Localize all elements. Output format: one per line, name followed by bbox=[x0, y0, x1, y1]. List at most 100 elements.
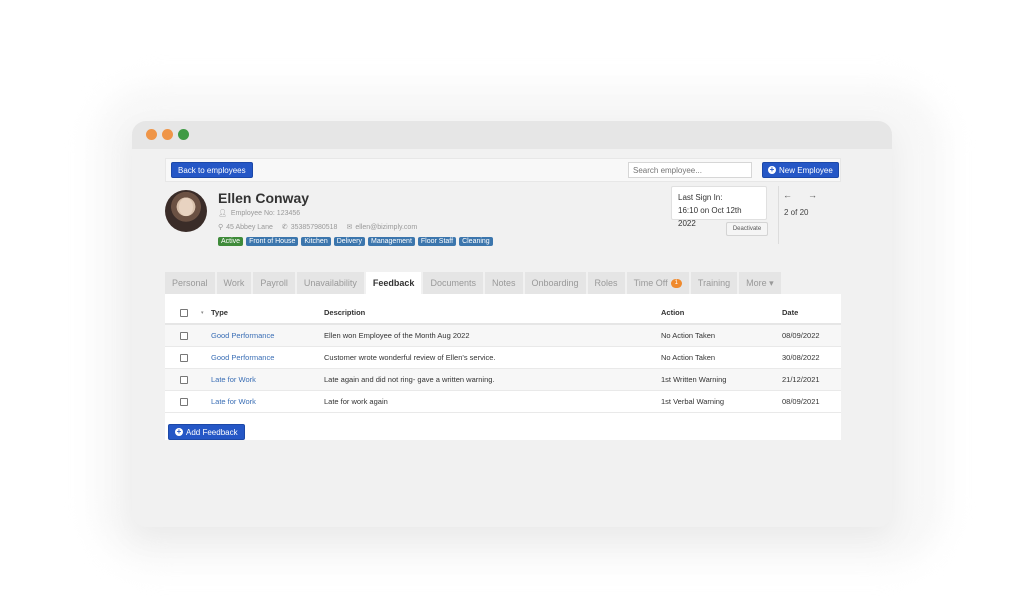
row-checkbox[interactable] bbox=[180, 398, 188, 406]
tab-training[interactable]: Training bbox=[690, 272, 738, 294]
address-text: 45 Abbey Lane bbox=[226, 223, 273, 231]
tab-payroll[interactable]: Payroll bbox=[253, 272, 295, 294]
new-employee-label: New Employee bbox=[779, 165, 833, 175]
plus-circle-icon: + bbox=[768, 165, 776, 174]
employee-name: Ellen Conway bbox=[218, 190, 310, 206]
address-item: ⚲ 45 Abbey Lane bbox=[218, 223, 273, 232]
feedback-action: No Action Taken bbox=[661, 331, 716, 340]
last-sign-in-label: Last Sign In: bbox=[678, 193, 723, 202]
phone-item: ✆ 353857980518 bbox=[281, 223, 338, 232]
tag-delivery: Delivery bbox=[333, 237, 366, 246]
back-label: Back to employees bbox=[178, 165, 246, 175]
feedback-date: 30/08/2022 bbox=[782, 353, 820, 362]
tab-label: Training bbox=[697, 278, 731, 288]
phone-icon: ✆ bbox=[281, 224, 288, 231]
row-checkbox[interactable] bbox=[180, 376, 188, 384]
time-off-badge: 1 bbox=[670, 278, 682, 288]
tab-personal[interactable]: Personal bbox=[165, 272, 215, 294]
add-feedback-button[interactable]: + Add Feedback bbox=[168, 424, 245, 440]
column-header-action: Action bbox=[661, 308, 685, 317]
row-checkbox[interactable] bbox=[180, 354, 188, 362]
tab-documents[interactable]: Documents bbox=[423, 272, 483, 294]
sort-caret-icon[interactable]: ▾ bbox=[201, 302, 204, 324]
feedback-action: 1st Written Warning bbox=[661, 375, 727, 384]
page-content: Back to employees + New Employee Ellen C… bbox=[165, 158, 841, 440]
tab-work[interactable]: Work bbox=[216, 272, 252, 294]
tag-management: Management bbox=[368, 237, 415, 246]
feedback-action: 1st Verbal Warning bbox=[661, 397, 725, 406]
table-header-row: ▾ Type Description Action Date bbox=[165, 302, 841, 325]
select-all-checkbox[interactable] bbox=[180, 309, 188, 317]
tab-roles[interactable]: Roles bbox=[587, 272, 625, 294]
feedback-description: Ellen won Employee of the Month Aug 2022 bbox=[324, 331, 470, 340]
new-employee-button[interactable]: + New Employee bbox=[762, 162, 839, 178]
row-checkbox[interactable] bbox=[180, 332, 188, 340]
tab-label: Roles bbox=[594, 278, 618, 288]
tab-label: Time Off bbox=[633, 278, 668, 288]
column-header-description: Description bbox=[324, 308, 366, 317]
table-row: Late for Work Late for work again 1st Ve… bbox=[165, 391, 841, 413]
close-dot-icon[interactable] bbox=[146, 129, 157, 140]
tab-label: Feedback bbox=[372, 278, 415, 288]
table-row: Good Performance Ellen won Employee of t… bbox=[165, 325, 841, 347]
feedback-type-link[interactable]: Good Performance bbox=[211, 325, 274, 347]
tag-front-of-house: Front of House bbox=[246, 237, 299, 246]
column-header-date: Date bbox=[782, 308, 799, 317]
email-item: ✉ ellen@bizimply.com bbox=[346, 223, 418, 232]
tab-label: Notes bbox=[491, 278, 516, 288]
tag-floor-staff: Floor Staff bbox=[417, 237, 457, 246]
tab-onboarding[interactable]: Onboarding bbox=[524, 272, 586, 294]
tab-label: Work bbox=[223, 278, 245, 288]
maximize-dot-icon[interactable] bbox=[178, 129, 189, 140]
tab-unavailability[interactable]: Unavailability bbox=[296, 272, 364, 294]
plus-circle-icon: + bbox=[175, 427, 183, 436]
last-sign-in-box: Last Sign In: 16:10 on Oct 12th 2022 bbox=[671, 186, 767, 228]
tab-notes[interactable]: Notes bbox=[484, 272, 523, 294]
employee-number-text: Employee No: 123456 bbox=[230, 209, 301, 217]
deactivate-button[interactable]: Deactivate bbox=[726, 222, 768, 236]
phone-text: 353857980518 bbox=[290, 223, 338, 231]
tab-feedback[interactable]: Feedback bbox=[365, 272, 422, 294]
feedback-type-link[interactable]: Good Performance bbox=[211, 347, 274, 369]
feedback-description: Late for work again bbox=[324, 397, 388, 406]
tab-label: Unavailability bbox=[303, 278, 357, 288]
feedback-type-link[interactable]: Late for Work bbox=[211, 391, 256, 413]
title-bar bbox=[132, 121, 892, 149]
add-feedback-label: Add Feedback bbox=[186, 427, 238, 437]
contact-info: ⚲ 45 Abbey Lane ✆ 353857980518 ✉ ellen@b… bbox=[218, 223, 418, 232]
search-employee-input[interactable] bbox=[628, 162, 752, 178]
tab-label: Personal bbox=[172, 278, 208, 288]
tab-label: Onboarding bbox=[531, 278, 579, 288]
tab-time-off[interactable]: Time Off 1 bbox=[626, 272, 689, 294]
tag-kitchen: Kitchen bbox=[301, 237, 331, 246]
feedback-date: 08/09/2022 bbox=[782, 331, 820, 340]
profile-tabs: Personal Work Payroll Unavailability Fee… bbox=[165, 272, 841, 294]
tag-cleaning: Cleaning bbox=[459, 237, 493, 246]
back-to-employees-button[interactable]: Back to employees bbox=[171, 162, 253, 178]
table-row: Late for Work Late again and did not rin… bbox=[165, 369, 841, 391]
tab-label: More ▾ bbox=[746, 278, 774, 288]
tag-active: Active bbox=[218, 237, 244, 246]
feedback-type-link[interactable]: Late for Work bbox=[211, 369, 256, 391]
employee-profile-header: Ellen Conway 👤︎ Employee No: 123456 ⚲ 45… bbox=[165, 182, 841, 274]
map-marker-icon: ⚲ bbox=[218, 224, 224, 231]
feedback-date: 08/09/2021 bbox=[782, 397, 820, 406]
employee-number: 👤︎ Employee No: 123456 bbox=[218, 209, 301, 218]
feedback-table: ▾ Type Description Action Date Good Perf… bbox=[165, 302, 841, 413]
employee-position: 2 of 20 bbox=[784, 208, 809, 217]
email-text: ellen@bizimply.com bbox=[355, 223, 418, 231]
tab-more[interactable]: More ▾ bbox=[739, 272, 781, 294]
feedback-date: 21/12/2021 bbox=[782, 375, 820, 384]
feedback-action: No Action Taken bbox=[661, 353, 716, 362]
feedback-description: Late again and did not ring- gave a writ… bbox=[324, 375, 495, 384]
employee-tags: Active Front of House Kitchen Delivery M… bbox=[218, 237, 493, 246]
top-toolbar: Back to employees + New Employee bbox=[165, 158, 841, 182]
next-employee-arrow-icon[interactable]: → bbox=[808, 190, 817, 200]
column-header-type[interactable]: Type bbox=[211, 302, 228, 324]
minimize-dot-icon[interactable] bbox=[162, 129, 173, 140]
avatar bbox=[165, 190, 207, 232]
feedback-panel: ▾ Type Description Action Date Good Perf… bbox=[165, 294, 841, 440]
previous-employee-arrow-icon[interactable]: ← bbox=[783, 190, 792, 200]
envelope-icon: ✉ bbox=[346, 224, 353, 231]
tab-label: Documents bbox=[430, 278, 476, 288]
